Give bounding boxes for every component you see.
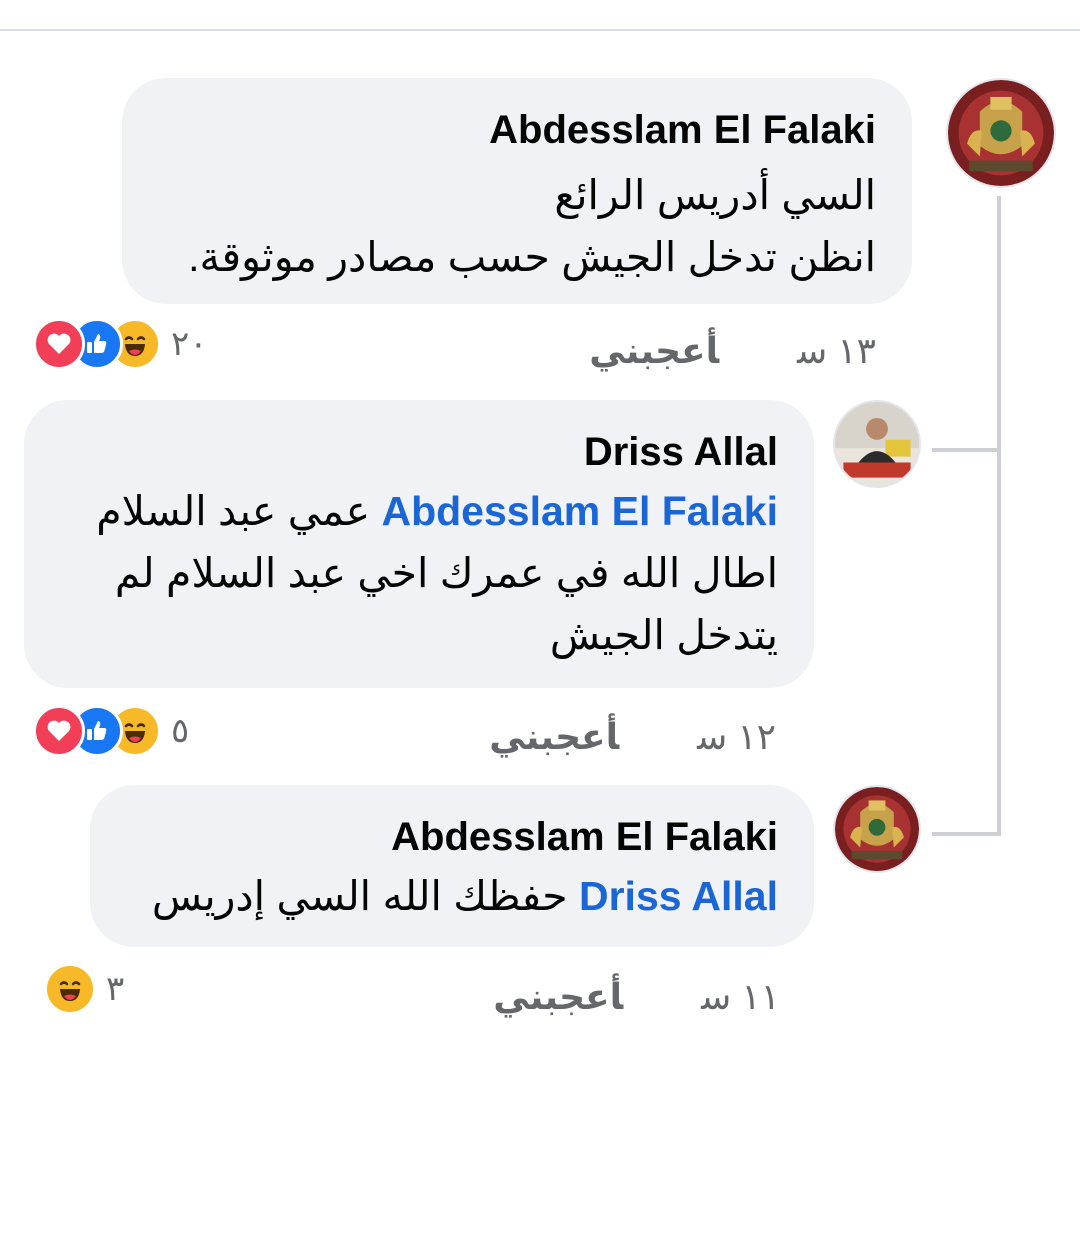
comment-text-line: السي أدريس الرائع — [554, 172, 876, 218]
reaction-summary-2[interactable]: ٥ — [33, 705, 195, 757]
mention-link[interactable]: Driss Allal — [579, 873, 778, 919]
comment-text-line: انظن تدخل الجيش حسب مصادر موثوقة. — [188, 234, 876, 280]
comment-time[interactable]: ١٢ س — [697, 716, 776, 757]
comment-text-line: Abdesslam El Falaki عمي عبد السلام — [60, 480, 778, 542]
comment-text-line: يتدخل الجيش — [549, 612, 778, 658]
thread-connector-branch-1 — [932, 448, 1001, 452]
avatar-photo[interactable] — [833, 400, 921, 488]
comment-text-line: اطال الله في عمرك اخي عبد السلام لم — [114, 550, 778, 596]
love-icon — [33, 705, 85, 757]
haha-icon — [44, 963, 96, 1015]
comment-time[interactable]: ١١ س — [701, 976, 780, 1017]
comment-author[interactable]: Abdesslam El Falaki — [126, 813, 778, 861]
reaction-count: ٢٠ — [171, 325, 208, 363]
mention-link[interactable]: Abdesslam El Falaki — [381, 488, 778, 534]
reaction-count: ٥ — [171, 712, 190, 750]
reaction-summary-3[interactable]: ٣ — [44, 963, 130, 1015]
top-divider — [0, 29, 1080, 31]
avatar-emblem[interactable] — [946, 78, 1056, 188]
love-icon — [33, 318, 85, 370]
like-button[interactable]: أعجبني — [589, 330, 719, 371]
comment-text: حفظك الله السي إدريس — [151, 873, 568, 919]
royal-emblem-icon — [835, 787, 919, 871]
thread-connector-vertical — [997, 196, 1001, 836]
comment-text: عمي عبد السلام — [96, 488, 371, 534]
comment-bubble-3[interactable]: Abdesslam El Falaki Driss Allal حفظك الل… — [90, 785, 814, 947]
thread-connector-branch-2 — [932, 832, 1001, 836]
comment-bubble-2[interactable]: Driss Allal Abdesslam El Falaki عمي عبد … — [24, 400, 814, 688]
like-button[interactable]: أعجبني — [493, 976, 623, 1017]
comment-author[interactable]: Abdesslam El Falaki — [158, 106, 876, 154]
comment-meta-1: ١٣ س أعجبني — [589, 330, 876, 372]
comment-time[interactable]: ١٣ س — [797, 330, 876, 371]
reaction-count: ٣ — [106, 970, 125, 1008]
avatar-emblem[interactable] — [833, 785, 921, 873]
reaction-summary-1[interactable]: ٢٠ — [33, 318, 214, 370]
comment-author[interactable]: Driss Allal — [60, 428, 778, 476]
comment-text-line: Driss Allal حفظك الله السي إدريس — [126, 865, 778, 927]
royal-emblem-icon — [948, 80, 1054, 186]
comment-meta-2: ١٢ س أعجبني — [489, 716, 776, 758]
comment-bubble-1[interactable]: Abdesslam El Falaki السي أدريس الرائع ان… — [122, 78, 912, 304]
profile-photo-icon — [835, 402, 919, 486]
like-button[interactable]: أعجبني — [489, 716, 619, 757]
comment-meta-3: ١١ س أعجبني — [493, 976, 780, 1018]
